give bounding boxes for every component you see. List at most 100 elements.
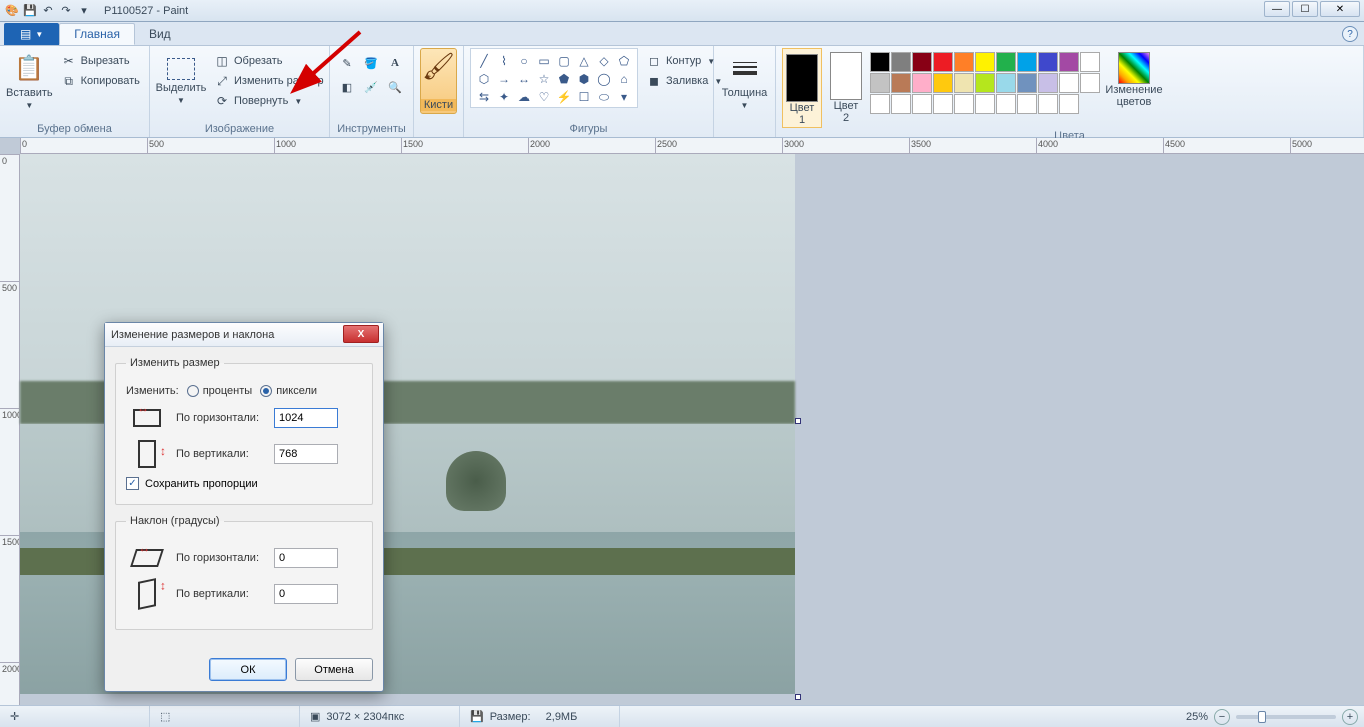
tab-home[interactable]: Главная — [59, 23, 135, 45]
color1-swatch — [786, 54, 818, 102]
cancel-button[interactable]: Отмена — [295, 658, 373, 681]
color1-button[interactable]: Цвет 1 — [782, 48, 822, 128]
dialog-title: Изменение размеров и наклона — [111, 329, 274, 341]
window-controls: — ☐ ✕ — [1264, 1, 1360, 17]
dialog-close-button[interactable]: X — [343, 325, 379, 343]
color-swatch[interactable] — [1059, 94, 1079, 114]
color-swatch[interactable] — [891, 73, 911, 93]
color-swatch[interactable] — [996, 94, 1016, 114]
copy-icon: ⧉ — [61, 73, 77, 89]
edit-colors-button[interactable]: Изменение цветов — [1104, 48, 1164, 108]
color-swatch[interactable] — [870, 73, 890, 93]
paste-button[interactable]: 📋 Вставить ▼ — [6, 48, 53, 114]
zoom-in-button[interactable]: + — [1342, 709, 1358, 725]
color-swatch[interactable] — [912, 73, 932, 93]
close-window-button[interactable]: ✕ — [1320, 1, 1360, 17]
color-swatch[interactable] — [912, 52, 932, 72]
dimensions-icon: ▣ — [310, 710, 320, 723]
color-swatch[interactable] — [954, 73, 974, 93]
chevron-down-icon: ▼ — [294, 97, 302, 106]
text-tool[interactable]: A — [384, 52, 406, 74]
color-swatch[interactable] — [933, 73, 953, 93]
paint-app-icon: 🎨 — [4, 3, 20, 19]
resize-vertical-input[interactable] — [274, 444, 338, 464]
color-swatch[interactable] — [1017, 94, 1037, 114]
skew-horizontal-input[interactable] — [274, 548, 338, 568]
title-bar: 🎨 💾 ↶ ↷ ▾ P1100527 - Paint — ☐ ✕ — [0, 0, 1364, 22]
copy-button[interactable]: ⧉Копировать — [57, 72, 144, 90]
resize-legend: Изменить размер — [126, 357, 224, 369]
color-swatch[interactable] — [933, 94, 953, 114]
chevron-down-icon: ▼ — [35, 30, 43, 39]
ruler-vertical: 0500100015002000 — [0, 154, 20, 705]
slider-thumb[interactable] — [1258, 711, 1266, 723]
thickness-button[interactable]: Толщина ▼ — [720, 48, 769, 114]
status-bar: ✛ ⬚ ▣3072 × 2304пкс 💾Размер: 2,9МБ 25% −… — [0, 705, 1364, 727]
color-swatch[interactable] — [954, 52, 974, 72]
select-button[interactable]: Выделить ▼ — [156, 48, 206, 114]
keep-aspect-checkbox[interactable]: ✓ Сохранить пропорции — [126, 477, 362, 490]
resize-handle-corner[interactable] — [795, 694, 801, 700]
zoom-slider[interactable] — [1236, 715, 1336, 719]
color-swatch[interactable] — [1017, 52, 1037, 72]
cut-button[interactable]: ✂Вырезать — [57, 52, 144, 70]
color-swatch[interactable] — [996, 73, 1016, 93]
file-name: P1100527 — [104, 5, 153, 17]
color-swatch[interactable] — [870, 52, 890, 72]
save-icon[interactable]: 💾 — [22, 3, 38, 19]
color-swatch[interactable] — [975, 94, 995, 114]
ribbon: 📋 Вставить ▼ ✂Вырезать ⧉Копировать Буфер… — [0, 46, 1364, 138]
color-swatch[interactable] — [912, 94, 932, 114]
color-swatch[interactable] — [954, 94, 974, 114]
color-swatch[interactable] — [975, 52, 995, 72]
color-swatch[interactable] — [1038, 94, 1058, 114]
color-swatch[interactable] — [1038, 52, 1058, 72]
color-swatch[interactable] — [975, 73, 995, 93]
color-swatch[interactable] — [1080, 73, 1100, 93]
minimize-button[interactable]: — — [1264, 1, 1290, 17]
ok-button[interactable]: ОК — [209, 658, 287, 681]
zoom-controls: 25% − + — [1186, 709, 1358, 725]
color-swatch[interactable] — [1059, 73, 1079, 93]
radio-percent[interactable]: проценты — [187, 385, 253, 397]
magnifier-tool[interactable]: 🔍 — [384, 76, 406, 98]
brushes-button[interactable]: 🖌 Кисти — [420, 48, 457, 114]
radio-icon — [187, 385, 199, 397]
color-swatch[interactable] — [996, 52, 1016, 72]
skew-horizontal-icon: ↔ — [126, 543, 168, 573]
checkbox-icon: ✓ — [126, 477, 139, 490]
chevron-down-icon: ▼ — [177, 96, 185, 105]
color2-swatch — [830, 52, 862, 100]
skew-vertical-input[interactable] — [274, 584, 338, 604]
color-swatch[interactable] — [891, 94, 911, 114]
scissors-icon: ✂ — [61, 53, 77, 69]
qat-customize-icon[interactable]: ▾ — [76, 3, 92, 19]
color-swatch[interactable] — [1038, 73, 1058, 93]
color-swatch[interactable] — [891, 52, 911, 72]
color-swatch[interactable] — [1080, 52, 1100, 72]
resize-handle-right[interactable] — [795, 418, 801, 424]
image-dimensions-cell: ▣3072 × 2304пкс — [300, 706, 460, 727]
zoom-level: 25% — [1186, 711, 1208, 723]
help-icon[interactable]: ? — [1342, 26, 1358, 42]
color-palette — [870, 48, 1100, 114]
vertical-label: По вертикали: — [176, 448, 266, 460]
undo-icon[interactable]: ↶ — [40, 3, 56, 19]
resize-horizontal-input[interactable] — [274, 408, 338, 428]
shapes-gallery[interactable]: ╱⌇○▭▢△◇⬠ ⬡→↔☆⬟⬢◯⌂ ⇆✦☁♡⚡☐⬭▾ — [470, 48, 638, 108]
radio-pixels[interactable]: пиксели — [260, 385, 317, 397]
color2-button[interactable]: Цвет 2 — [826, 48, 866, 124]
tab-view[interactable]: Вид — [135, 23, 185, 45]
redo-icon[interactable]: ↷ — [58, 3, 74, 19]
maximize-button[interactable]: ☐ — [1292, 1, 1318, 17]
color-swatch[interactable] — [1059, 52, 1079, 72]
group-brushes: 🖌 Кисти — [414, 46, 464, 137]
file-menu-button[interactable]: ▤▼ — [4, 23, 59, 45]
outline-icon: ◻ — [646, 53, 662, 69]
color-swatch[interactable] — [870, 94, 890, 114]
zoom-out-button[interactable]: − — [1214, 709, 1230, 725]
color-swatch[interactable] — [1017, 73, 1037, 93]
color-swatch[interactable] — [933, 52, 953, 72]
skew-vertical-icon: ↕ — [126, 579, 168, 609]
dialog-titlebar[interactable]: Изменение размеров и наклона X — [105, 323, 383, 347]
